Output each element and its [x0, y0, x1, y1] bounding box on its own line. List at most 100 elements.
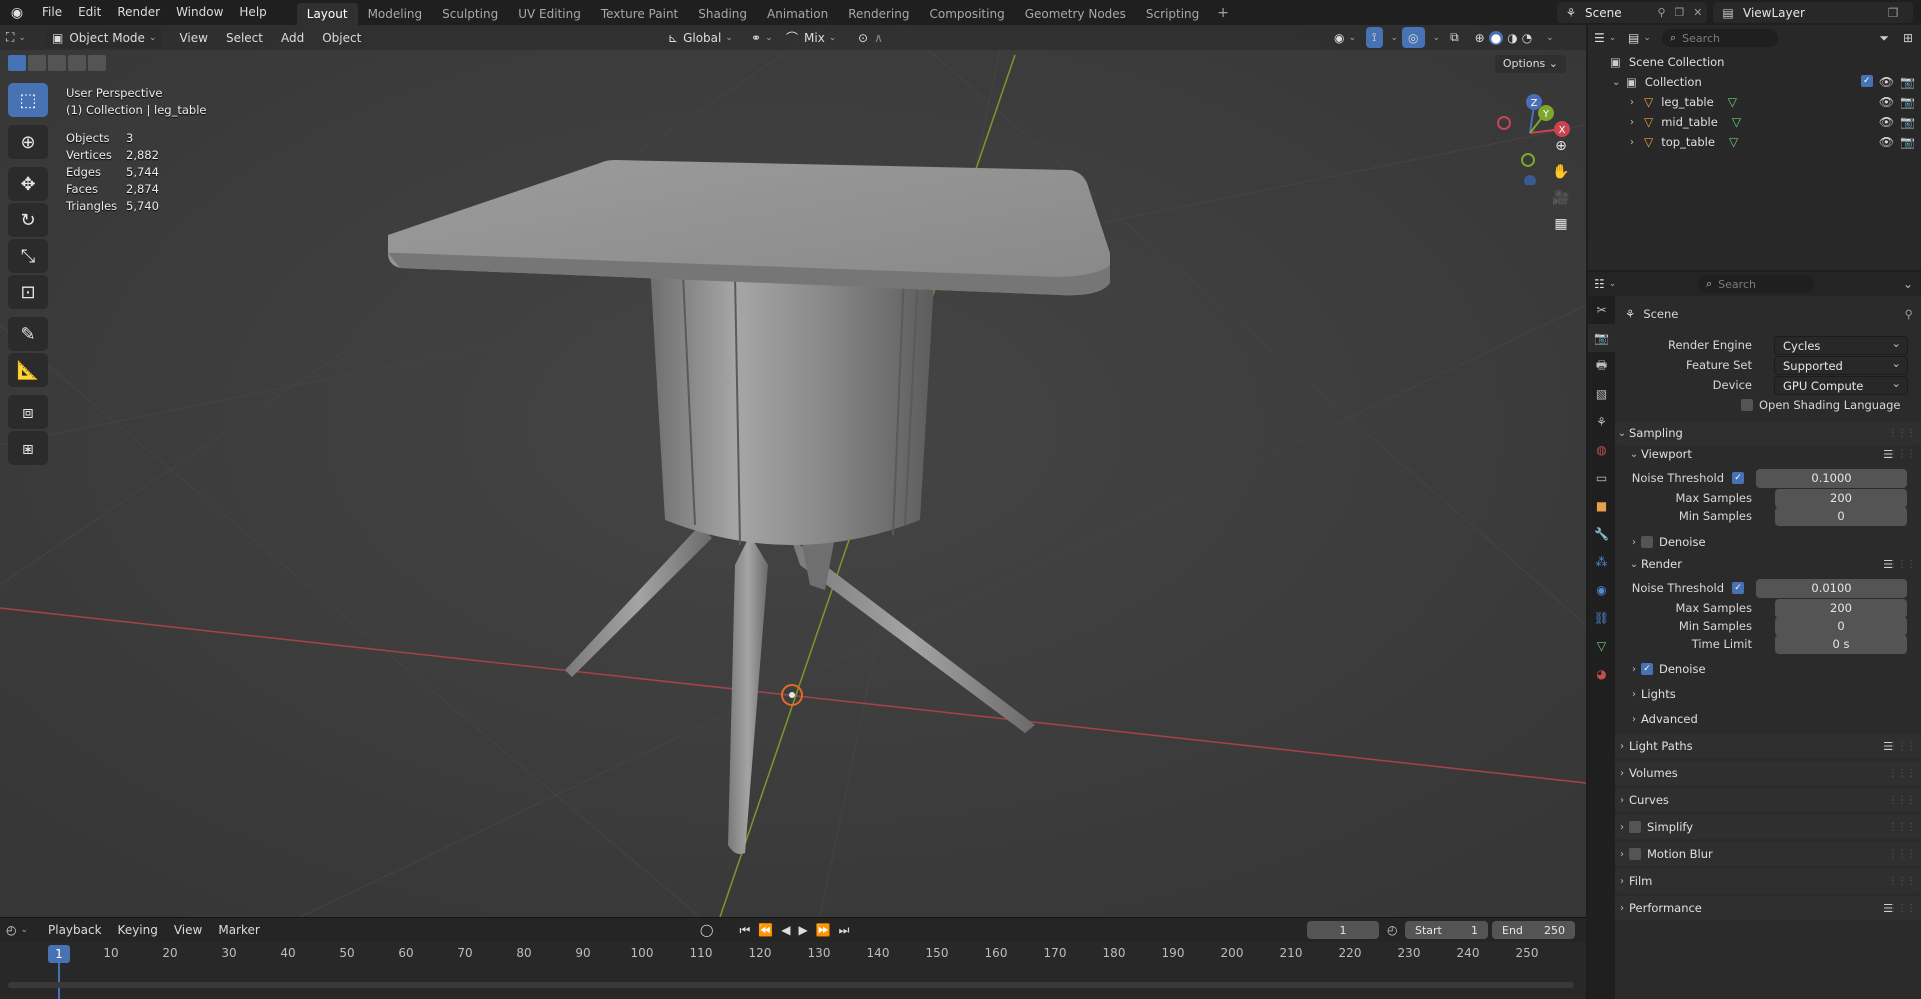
view-layer-selector[interactable]: ▤ ViewLayer ❐	[1713, 2, 1913, 23]
viewport-denoise-checkbox[interactable]	[1641, 536, 1653, 548]
motion-blur-checkbox[interactable]	[1629, 848, 1641, 860]
scale-tool[interactable]: ⤡	[8, 239, 48, 273]
menu-window[interactable]: Window	[168, 0, 231, 25]
properties-editor-type-button[interactable]: ☷ ⌄	[1588, 274, 1622, 295]
snap-selector[interactable]: ⌒ Mix ⌄	[780, 27, 842, 48]
add-object-tool[interactable]: ⧆	[8, 431, 48, 465]
pan-hand-icon[interactable]: ✋	[1548, 159, 1574, 185]
render-engine-dropdown[interactable]: Cycles	[1774, 334, 1908, 355]
tab-constraints[interactable]: ⛓	[1588, 604, 1615, 632]
tab-view-layer[interactable]: ▧	[1588, 380, 1615, 408]
display-mode-button[interactable]: ▤ ⌄	[1622, 28, 1656, 49]
start-frame-field[interactable]: Start 1	[1405, 921, 1488, 939]
tab-rendering[interactable]: Rendering	[838, 3, 919, 25]
viewport-menu-select[interactable]: Select	[217, 31, 272, 45]
measure-tool[interactable]: 📐	[8, 353, 48, 387]
advanced-subpanel[interactable]: › Advanced	[1615, 707, 1921, 731]
viewport-subpanel-header[interactable]: ⌄ Viewport ☰ ⋮⋮⋮	[1615, 442, 1921, 466]
light-paths-panel[interactable]: › Light Paths ☰ ⋮⋮⋮	[1615, 734, 1921, 758]
proportional-editing-button[interactable]: ⊙ ∧	[852, 27, 889, 48]
menu-edit[interactable]: Edit	[70, 0, 109, 25]
tab-data[interactable]: ▽	[1588, 632, 1615, 660]
editor-type-button[interactable]: ⛶ ⌄	[0, 27, 40, 48]
outliner-collection[interactable]: ⌄ ▣ Collection ✓ 👁 📷	[1588, 72, 1921, 92]
outliner-item-leg-table[interactable]: › ▽ leg_table ▽ 👁 📷	[1588, 92, 1921, 112]
tab-uv-editing[interactable]: UV Editing	[508, 3, 591, 25]
frame-ruler[interactable]: 10 20 30 40 50 60 70 80 90 100 110 120 130 140 150 160 1…	[0, 946, 1586, 966]
delete-scene-icon[interactable]: ✕	[1693, 6, 1702, 19]
timeline-menu-marker[interactable]: Marker	[210, 923, 267, 937]
timeline-scrollbar[interactable]	[8, 982, 1574, 988]
pin-context-icon[interactable]: ⚲	[1905, 307, 1913, 321]
shading-dropdown-icon[interactable]: ⌄	[1546, 33, 1554, 43]
render-denoise-subpanel[interactable]: › ✓ Denoise	[1615, 657, 1921, 681]
performance-panel[interactable]: › Performance ☰ ⋮⋮⋮	[1615, 896, 1921, 920]
mode-selector[interactable]: ▣ Object Mode ⌄	[46, 27, 163, 48]
transform-tool[interactable]: ⊡	[8, 275, 48, 309]
tab-collection[interactable]: ▭	[1588, 464, 1615, 492]
overlay-dropdown-icon[interactable]: ⌄	[1433, 33, 1441, 43]
gizmo-dropdown-icon[interactable]: ⌄	[1391, 33, 1399, 43]
viewport-menu-add[interactable]: Add	[272, 31, 313, 45]
simplify-checkbox[interactable]	[1629, 821, 1641, 833]
falloff-icon[interactable]: ∧	[874, 31, 883, 45]
render-denoise-checkbox[interactable]: ✓	[1641, 663, 1653, 675]
viewport-denoise-subpanel[interactable]: › Denoise	[1615, 530, 1921, 554]
scene-name[interactable]: Scene	[1585, 6, 1653, 20]
pivot-point-selector[interactable]: ⚭ ⌄	[745, 27, 779, 48]
eye-icon[interactable]: 👁	[1879, 75, 1894, 89]
select-extend-icon[interactable]	[28, 55, 46, 71]
collapse-arrow-icon[interactable]: ⌄	[1612, 77, 1626, 88]
eye-icon[interactable]: 👁	[1879, 135, 1894, 149]
feature-set-dropdown[interactable]: Supported	[1774, 354, 1908, 375]
simplify-panel[interactable]: › Simplify ⋮⋮⋮	[1615, 815, 1921, 839]
mesh-data-icon[interactable]: ▽	[1729, 135, 1738, 149]
xray-toggle[interactable]: ⧉	[1444, 27, 1465, 48]
tab-modeling[interactable]: Modeling	[358, 3, 433, 25]
tab-layout[interactable]: Layout	[296, 2, 358, 25]
eye-icon[interactable]: 👁	[1879, 95, 1894, 109]
tab-render[interactable]: 📷	[1588, 324, 1615, 352]
tab-material[interactable]: ◕	[1588, 660, 1615, 688]
play-reverse-icon[interactable]: ◀	[781, 923, 790, 937]
viewport-scene[interactable]	[0, 25, 1586, 917]
material-shading-icon[interactable]: ◑	[1507, 31, 1517, 45]
camera-icon[interactable]: 📷	[1900, 95, 1915, 109]
gizmo-toggle[interactable]: ⟟	[1366, 27, 1383, 48]
camera-icon[interactable]: 📷	[1900, 115, 1915, 129]
camera-icon[interactable]: 📷	[1900, 135, 1915, 149]
time-limit-field[interactable]: 0 s	[1775, 634, 1907, 654]
osl-checkbox[interactable]	[1741, 399, 1753, 411]
select-difference-icon[interactable]	[68, 55, 86, 71]
new-scene-icon[interactable]: ❐	[1674, 6, 1684, 19]
viewport-noise-threshold-field[interactable]: 0.1000	[1756, 468, 1907, 488]
tab-compositing[interactable]: Compositing	[919, 3, 1014, 25]
add-cube-tool[interactable]: ⧈	[8, 395, 48, 429]
mid-table-mesh[interactable]	[650, 265, 935, 546]
properties-options-icon[interactable]: ⌄	[1903, 277, 1913, 291]
ortho-grid-icon[interactable]: ▦	[1548, 211, 1574, 237]
camera-icon[interactable]: 📷	[1900, 75, 1915, 89]
outliner-scene-collection[interactable]: ▣ Scene Collection	[1588, 52, 1921, 72]
tab-physics[interactable]: ◉	[1588, 576, 1615, 604]
3d-viewport[interactable]: ⛶ ⌄ ▣ Object Mode ⌄ View Select Add Object…	[0, 25, 1586, 917]
blender-logo-icon[interactable]: ◉	[0, 0, 34, 25]
viewport-menu-view[interactable]: View	[170, 31, 216, 45]
menu-render[interactable]: Render	[109, 0, 168, 25]
solid-shading-icon[interactable]: ●	[1488, 30, 1504, 45]
playhead-marker[interactable]: 1	[48, 945, 70, 963]
select-intersect-icon[interactable]	[88, 55, 106, 71]
render-min-samples-field[interactable]: 0	[1775, 616, 1907, 636]
outliner-editor-type-button[interactable]: ☰ ⌄	[1588, 28, 1622, 49]
menu-file[interactable]: File	[34, 0, 70, 25]
curves-panel[interactable]: › Curves ⋮⋮⋮	[1615, 788, 1921, 812]
new-view-layer-icon[interactable]: ❐	[1873, 6, 1913, 20]
wireframe-shading-icon[interactable]: ⊕	[1475, 31, 1485, 45]
use-preview-range-icon[interactable]: ◴	[1387, 923, 1397, 937]
mesh-data-icon[interactable]: ▽	[1732, 115, 1741, 129]
viewport-noise-threshold-checkbox[interactable]: ✓	[1732, 472, 1744, 484]
device-dropdown[interactable]: GPU Compute	[1774, 374, 1908, 395]
timeline-menu-playback[interactable]: Playback	[40, 923, 110, 937]
tab-texture-paint[interactable]: Texture Paint	[591, 3, 688, 25]
cursor-tool[interactable]: ⊕	[8, 125, 48, 159]
